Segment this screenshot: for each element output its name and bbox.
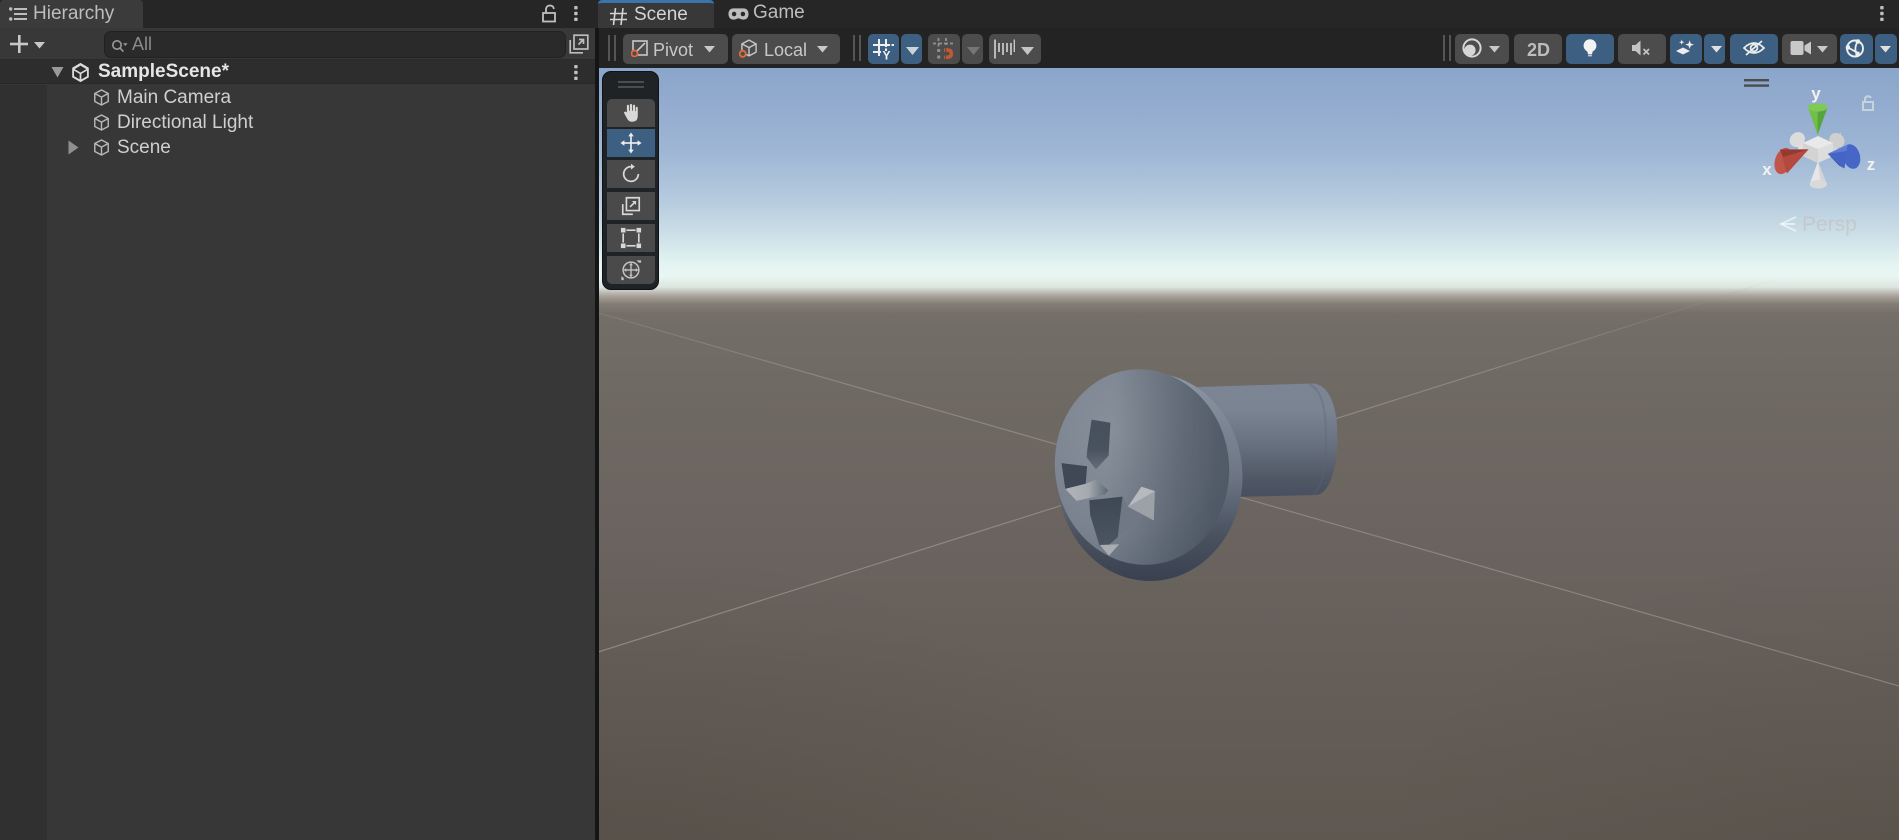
svg-text:y: y — [1811, 84, 1821, 103]
svg-text:z: z — [1867, 155, 1876, 174]
svg-text:Y: Y — [883, 49, 891, 61]
svg-text:x: x — [1762, 160, 1772, 179]
